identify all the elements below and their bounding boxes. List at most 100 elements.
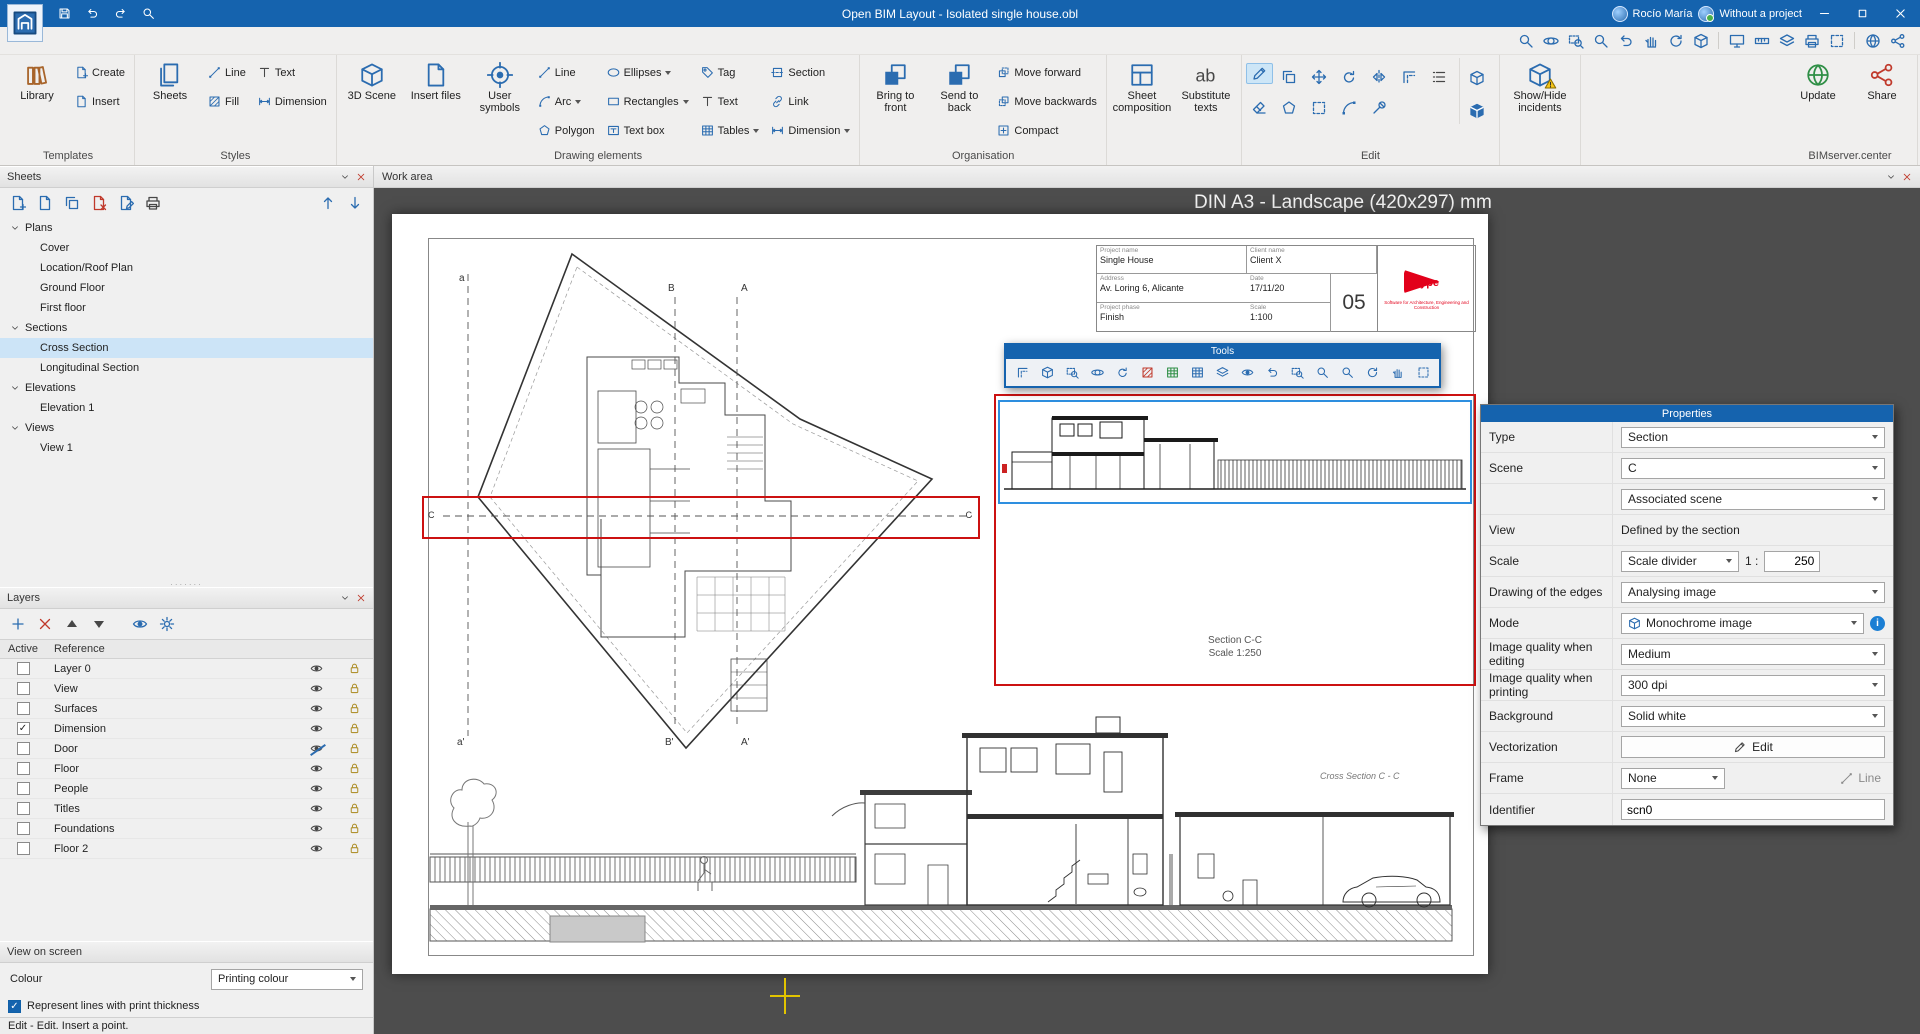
line-style-button[interactable]: Line	[203, 58, 251, 87]
selection-tool-button[interactable]	[1306, 94, 1333, 121]
copy-tool-button[interactable]	[1276, 63, 1303, 90]
offset-tool-button[interactable]	[1396, 63, 1423, 90]
delete-sheet-button[interactable]	[89, 193, 109, 213]
show-hide-incidents-button[interactable]: Show/Hide incidents	[1504, 58, 1576, 116]
vectorization-edit-button[interactable]: Edit	[1621, 736, 1885, 758]
zoom-previous-button[interactable]	[1262, 362, 1284, 383]
draw-polygon-button[interactable]: Polygon	[533, 116, 600, 145]
edit-sheet-button[interactable]	[116, 193, 136, 213]
properties-panel-title[interactable]: Properties	[1481, 405, 1893, 422]
erase-tool-button[interactable]	[1246, 94, 1273, 121]
tree-group-views[interactable]: Views	[0, 418, 373, 438]
move-backwards-button[interactable]: Move backwards	[992, 87, 1102, 116]
mode-select[interactable]: Monochrome image	[1621, 613, 1864, 634]
move-forward-button[interactable]: Move forward	[992, 58, 1102, 87]
tools-palette-title[interactable]: Tools	[1006, 345, 1439, 359]
tree-item-first-floor[interactable]: First floor	[0, 298, 373, 318]
layer-active-checkbox[interactable]	[17, 782, 30, 795]
draw-line-button[interactable]: Line	[533, 58, 600, 87]
frame-line-button[interactable]: Line	[1836, 771, 1885, 785]
delete-layer-button[interactable]	[35, 614, 55, 634]
redraw-button[interactable]	[1663, 29, 1688, 52]
layer-active-checkbox[interactable]	[17, 822, 30, 835]
eye-icon[interactable]	[310, 702, 323, 715]
draw-text-button[interactable]: Text	[696, 87, 765, 116]
drawing-canvas[interactable]: DIN A3 - Landscape (420x297) mm	[374, 188, 1920, 1034]
app-logo[interactable]	[7, 4, 43, 42]
section-image-box[interactable]	[998, 400, 1472, 504]
draw-rectangles-button[interactable]: Rectangles	[602, 87, 694, 116]
layers-view-button[interactable]	[1774, 29, 1799, 52]
link-button[interactable]: Link	[766, 87, 855, 116]
orbit-view-button[interactable]	[1538, 29, 1563, 52]
layer-settings-button[interactable]	[157, 614, 177, 634]
substitute-texts-button[interactable]: Substitute texts	[1175, 58, 1237, 116]
section-cut-selection[interactable]: C C	[422, 496, 980, 539]
create-button[interactable]: Create	[70, 58, 130, 87]
material-view-button[interactable]	[1161, 362, 1183, 383]
layer-row[interactable]: Door	[0, 739, 373, 759]
lock-icon[interactable]	[348, 822, 361, 835]
bring-to-front-button[interactable]: Bring to front	[864, 58, 926, 116]
draw-ellipses-button[interactable]: Ellipses	[602, 58, 694, 87]
text-box-button[interactable]: Text box	[602, 116, 694, 145]
minimize-button[interactable]	[1808, 0, 1840, 27]
save-button[interactable]	[52, 2, 76, 26]
select-window-button[interactable]	[1412, 362, 1434, 383]
layer-active-checkbox[interactable]	[17, 802, 30, 815]
project-selector[interactable]: Without a project	[1698, 6, 1802, 22]
orbit-tool-button[interactable]	[1086, 362, 1108, 383]
advanced-edit-button[interactable]	[1366, 94, 1393, 121]
zoom-window-button[interactable]	[1287, 362, 1309, 383]
text-style-button[interactable]: Text	[253, 58, 332, 87]
duplicate-sheet-button[interactable]	[62, 193, 82, 213]
previous-view-button[interactable]	[1613, 29, 1638, 52]
eye-off-icon[interactable]	[310, 742, 323, 755]
close-panel-icon[interactable]	[356, 593, 366, 603]
scale-value-input[interactable]	[1764, 551, 1820, 572]
print-button[interactable]	[1799, 29, 1824, 52]
selection-settings-button[interactable]	[1824, 29, 1849, 52]
hide-elements-button[interactable]	[1237, 362, 1259, 383]
eye-icon[interactable]	[310, 782, 323, 795]
layer-row[interactable]: Foundations	[0, 819, 373, 839]
edit-tool-button[interactable]	[1246, 63, 1273, 84]
tag-button[interactable]: Tag	[696, 58, 765, 87]
layer-row[interactable]: Floor 2	[0, 839, 373, 859]
lock-icon[interactable]	[348, 702, 361, 715]
bimserver-sync-button[interactable]	[1860, 29, 1885, 52]
quality-editing-select[interactable]: Medium	[1621, 644, 1885, 665]
colour-select[interactable]: Printing colour	[211, 969, 363, 990]
user-symbols-button[interactable]: User symbols	[469, 58, 531, 116]
lock-icon[interactable]	[348, 782, 361, 795]
associated-scene-select[interactable]: Associated scene	[1621, 489, 1885, 510]
zoom-out-button[interactable]	[1337, 362, 1359, 383]
move-sheet-up-button[interactable]	[318, 193, 338, 213]
eye-icon[interactable]	[310, 842, 323, 855]
layers-tool-button[interactable]	[1212, 362, 1234, 383]
eye-icon[interactable]	[310, 822, 323, 835]
collapse-panel-icon[interactable]	[340, 172, 350, 182]
undo-button[interactable]	[80, 2, 104, 26]
add-layer-button[interactable]	[8, 614, 28, 634]
zoom-in-button[interactable]	[1312, 362, 1334, 383]
tree-item-location-roof-plan[interactable]: Location/Roof Plan	[0, 258, 373, 278]
layer-active-checkbox[interactable]	[17, 682, 30, 695]
add-sheet-button[interactable]	[8, 193, 28, 213]
tree-item-cross-section[interactable]: Cross Section	[0, 338, 373, 358]
eye-icon[interactable]	[310, 762, 323, 775]
lock-icon[interactable]	[348, 682, 361, 695]
scale-mode-select[interactable]: Scale divider	[1621, 551, 1739, 572]
layer-visibility-button[interactable]	[130, 614, 150, 634]
tree-item-view-1[interactable]: View 1	[0, 438, 373, 458]
background-select[interactable]: Solid white	[1621, 706, 1885, 727]
tree-item-cover[interactable]: Cover	[0, 238, 373, 258]
tree-group-sections[interactable]: Sections	[0, 318, 373, 338]
layer-row[interactable]: Surfaces	[0, 699, 373, 719]
move-tool-button[interactable]	[1306, 63, 1333, 90]
edit-polygon-button[interactable]	[1276, 94, 1303, 121]
quality-printing-select[interactable]: 300 dpi	[1621, 675, 1885, 696]
lock-icon[interactable]	[348, 722, 361, 735]
insert-sheet-button[interactable]	[35, 193, 55, 213]
zoom-object-button[interactable]	[1061, 362, 1083, 383]
